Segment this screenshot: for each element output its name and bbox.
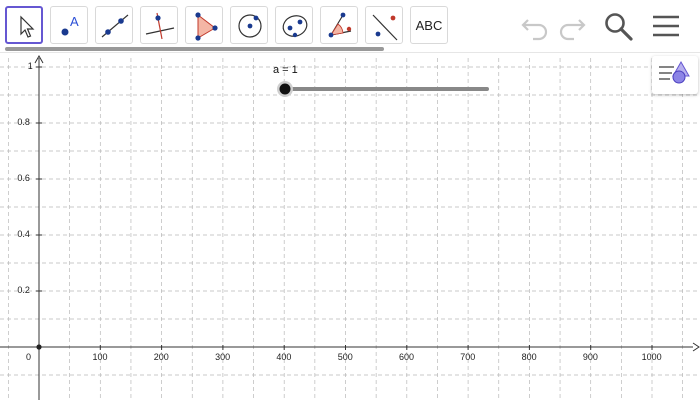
- text-tool-label: ABC: [415, 17, 443, 33]
- redo-icon[interactable]: [556, 10, 588, 42]
- graphics-view[interactable]: [0, 53, 700, 400]
- y-tick-label: 0.2: [17, 285, 30, 295]
- undo-icon[interactable]: [519, 10, 551, 42]
- x-tick-label: 700: [460, 352, 476, 362]
- reflect-about-line-icon: [372, 14, 398, 41]
- angle-icon: [328, 12, 352, 38]
- x-tick-label: 300: [215, 352, 231, 362]
- toolbar: A ABC: [0, 0, 700, 52]
- x-tick-label: 900: [582, 352, 598, 362]
- perpendicular-line-icon: [145, 12, 175, 40]
- conic-tool-button[interactable]: [275, 6, 313, 44]
- line-through-points-icon: [101, 14, 129, 38]
- style-bar-toggle[interactable]: [652, 56, 698, 94]
- x-tick-label: 800: [521, 352, 537, 362]
- y-tick-label: 1: [27, 61, 33, 71]
- circle-with-center-icon: [238, 14, 262, 38]
- menu-hamburger-icon[interactable]: [650, 10, 682, 42]
- polygon-tool-button[interactable]: [185, 6, 223, 44]
- line-tool-button[interactable]: [95, 6, 133, 44]
- x-tick-label: 100: [92, 352, 108, 362]
- slider-knob[interactable]: [279, 83, 291, 95]
- slider-label: a = 1: [273, 64, 298, 76]
- y-tick-label: 0.8: [17, 117, 30, 127]
- move-tool-button[interactable]: [5, 6, 43, 44]
- text-tool-button[interactable]: ABC: [410, 6, 448, 44]
- ellipse-icon: [282, 15, 308, 38]
- x-tick-label: 400: [276, 352, 292, 362]
- x-tick-label: 0: [26, 352, 32, 362]
- search-icon[interactable]: [602, 10, 634, 42]
- x-tick-label: 1000: [641, 352, 662, 362]
- origin-point[interactable]: [36, 344, 42, 350]
- toolbar-scroll-indicator[interactable]: [5, 47, 384, 51]
- point-icon: A: [61, 14, 79, 36]
- y-tick-label: 0.6: [17, 173, 30, 183]
- horizontal-gridlines: [0, 66, 700, 376]
- x-axis-arrow: [692, 342, 700, 352]
- x-tick-label: 500: [337, 352, 353, 362]
- point-tool-button[interactable]: A: [50, 6, 88, 44]
- polygon-icon: [195, 12, 218, 41]
- y-tick-label: 0.4: [17, 229, 30, 239]
- circle-tool-button[interactable]: [230, 6, 268, 44]
- svg-text:A: A: [70, 14, 79, 29]
- perpendicular-line-tool-button[interactable]: [140, 6, 178, 44]
- x-tick-label: 600: [399, 352, 415, 362]
- cursor-arrow-icon: [20, 15, 35, 38]
- angle-tool-button[interactable]: [320, 6, 358, 44]
- x-tick-label: 200: [153, 352, 169, 362]
- style-bar-icon: [659, 60, 690, 84]
- reflect-tool-button[interactable]: [365, 6, 403, 44]
